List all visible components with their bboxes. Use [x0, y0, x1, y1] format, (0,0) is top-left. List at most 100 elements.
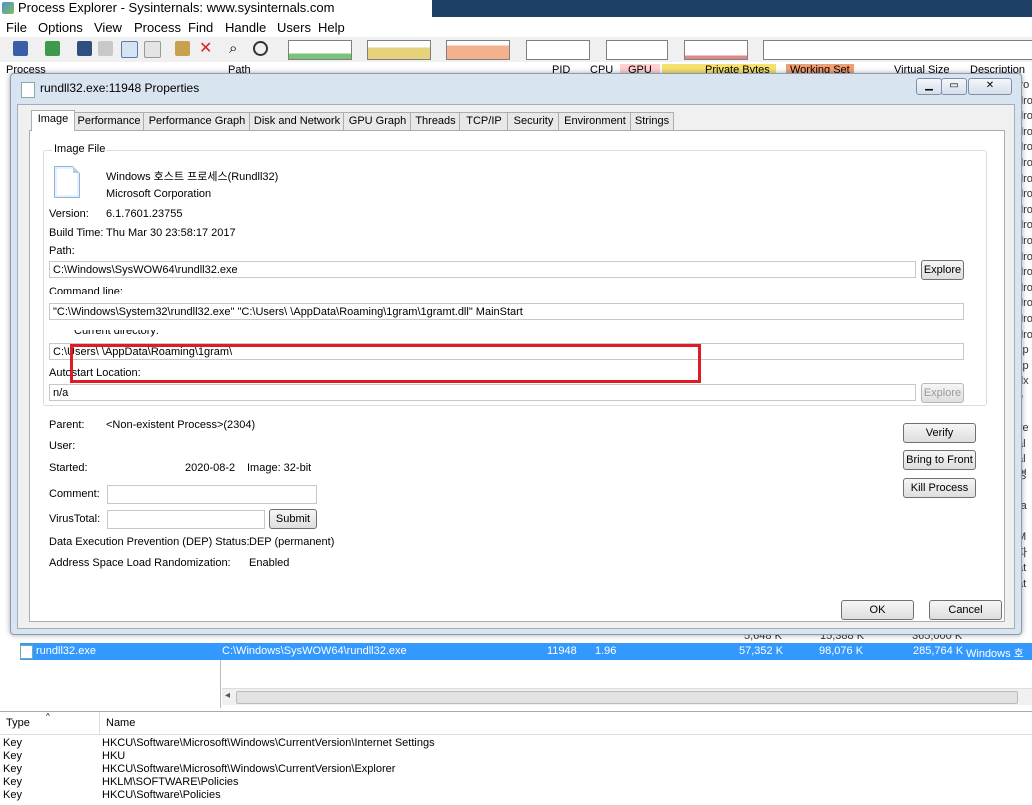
find-binoculars-icon[interactable]: ⌕	[229, 41, 244, 56]
commit-graph[interactable]	[367, 40, 431, 60]
cancel-button[interactable]: Cancel	[929, 600, 1002, 620]
handle-name: HKCU\Software\Microsoft\Windows\CurrentV…	[102, 737, 435, 749]
cell-private-bytes: 57,352 K	[739, 645, 784, 657]
io-graph[interactable]	[526, 40, 590, 60]
dep-label: Data Execution Prevention (DEP) Status:	[49, 536, 250, 548]
handle-row[interactable]: Key HKU	[0, 750, 1032, 763]
explore-button[interactable]: Explore	[921, 260, 964, 280]
current-directory-label: Current directory:	[74, 330, 159, 337]
close-button[interactable]: ✕	[968, 78, 1012, 95]
sort-ascending-icon: ^	[46, 712, 50, 721]
cpu-graph[interactable]	[288, 40, 352, 60]
path-label: Path:	[49, 245, 75, 257]
tab-gpu-graph[interactable]: GPU Graph	[343, 112, 412, 130]
autostart-field[interactable]: n/a	[49, 384, 916, 401]
aslr-label: Address Space Load Randomization:	[49, 557, 231, 569]
show-lower-pane-icon[interactable]	[98, 41, 113, 56]
menu-find[interactable]: Find	[188, 20, 213, 35]
dialog-client: Image Performance Performance Graph Disk…	[17, 104, 1015, 629]
tab-performance-graph[interactable]: Performance Graph	[143, 112, 251, 130]
ok-button[interactable]: OK	[841, 600, 914, 620]
comment-input[interactable]	[107, 485, 317, 504]
disk-graph[interactable]	[684, 40, 748, 60]
column-separator[interactable]	[99, 712, 100, 734]
red-highlight-box	[70, 344, 701, 383]
menu-options[interactable]: Options	[38, 20, 83, 35]
col-name[interactable]: Name	[106, 717, 135, 729]
command-line-label: Command line:	[49, 286, 123, 294]
menu-handle[interactable]: Handle	[225, 20, 266, 35]
handle-type: Key	[3, 789, 22, 801]
lower-pane-header: Type ^ Name	[0, 712, 1032, 735]
minimize-button[interactable]: ▁	[916, 78, 942, 95]
version-label: Version:	[49, 208, 89, 220]
properties-dialog: rundll32.exe:11948 Properties ▁ ▭ ✕ Imag…	[10, 73, 1022, 635]
scroll-left-icon[interactable]: ◂	[225, 690, 230, 701]
dep-value: DEP (permanent)	[249, 536, 335, 548]
tab-image[interactable]: Image	[31, 110, 75, 131]
window-title: Process Explorer - Sysinternals: www.sys…	[18, 0, 335, 15]
parent-label: Parent:	[49, 419, 85, 431]
menu-help[interactable]: Help	[318, 20, 345, 35]
virustotal-field[interactable]	[107, 510, 265, 529]
menu-bar: File Options View Process Find Handle Us…	[0, 17, 1032, 37]
file-icon	[54, 166, 80, 198]
target-crosshair-icon[interactable]	[253, 41, 268, 56]
menu-file[interactable]: File	[6, 20, 27, 35]
handle-name: HKLM\SOFTWARE\Policies	[102, 776, 239, 788]
process-icon	[20, 645, 33, 659]
aslr-value: Enabled	[249, 557, 290, 569]
submit-button[interactable]: Submit	[269, 509, 317, 529]
verify-button[interactable]: Verify	[903, 423, 976, 443]
col-type[interactable]: Type	[6, 717, 30, 729]
properties-icon[interactable]	[175, 41, 190, 56]
handle-row[interactable]: Key HKLM\SOFTWARE\Policies	[0, 776, 1032, 789]
menu-process[interactable]: Process	[134, 20, 181, 35]
file-description: Windows 호스트 프로세스(Rundll32)	[106, 171, 279, 183]
cell-working-set: 98,076 K	[819, 645, 864, 657]
dll-view-icon[interactable]	[144, 41, 161, 58]
maximize-button[interactable]: ▭	[941, 78, 967, 95]
network-graph[interactable]	[606, 40, 668, 60]
tab-environment[interactable]: Environment	[558, 112, 632, 130]
horizontal-scrollbar[interactable]: ◂	[222, 688, 1032, 705]
pane-divider[interactable]	[220, 660, 221, 708]
selected-process-row[interactable]: rundll32.exe C:\Windows\SysWOW64\rundll3…	[20, 643, 1032, 660]
cell-path: C:\Windows\SysWOW64\rundll32.exe	[222, 645, 407, 657]
group-legend: Image File	[52, 143, 108, 155]
path-field[interactable]: C:\Windows\SysWOW64\rundll32.exe	[49, 261, 916, 278]
system-info-icon[interactable]	[77, 41, 92, 56]
build-time-label: Build Time:	[49, 227, 104, 239]
handle-name: HKU	[102, 750, 126, 762]
gpu-graph[interactable]	[763, 40, 1032, 60]
comment-label: Comment:	[49, 488, 100, 500]
bring-to-front-button[interactable]: Bring to Front	[903, 450, 976, 470]
tab-performance[interactable]: Performance	[73, 112, 145, 130]
image-bits: Image: 32-bit	[247, 462, 312, 474]
cell-virtual-size: 285,764 K	[913, 645, 964, 657]
handle-row[interactable]: Key HKCU\Software\Microsoft\Windows\Curr…	[0, 763, 1032, 776]
tab-security[interactable]: Security	[507, 112, 560, 130]
tab-strings[interactable]: Strings	[630, 112, 674, 130]
save-icon[interactable]	[13, 41, 28, 56]
handle-row[interactable]: Key HKCU\Software\Microsoft\Windows\Curr…	[0, 737, 1032, 750]
scrollbar-thumb[interactable]	[236, 691, 1018, 704]
tab-tcpip[interactable]: TCP/IP	[459, 112, 509, 130]
tab-threads[interactable]: Threads	[410, 112, 461, 130]
menu-users[interactable]: Users	[277, 20, 311, 35]
process-explorer-app-icon	[2, 2, 14, 14]
handle-row[interactable]: Key HKCU\Software\Policies	[0, 789, 1032, 802]
physical-memory-graph[interactable]	[446, 40, 510, 60]
explore-autostart-button[interactable]: Explore	[921, 383, 964, 403]
handle-type: Key	[3, 763, 22, 775]
build-time-value: Thu Mar 30 23:58:17 2017	[106, 227, 236, 239]
window-icon[interactable]	[121, 41, 138, 58]
virustotal-label: VirusTotal:	[49, 513, 101, 525]
refresh-icon[interactable]	[45, 41, 60, 56]
menu-view[interactable]: View	[94, 20, 122, 35]
tab-disk-and-network[interactable]: Disk and Network	[249, 112, 345, 130]
kill-process-button[interactable]: Kill Process	[903, 478, 976, 498]
kill-process-icon[interactable]: ✕	[199, 41, 214, 57]
started-label: Started:	[49, 462, 88, 474]
command-line-field[interactable]: "C:\Windows\System32\rundll32.exe" "C:\U…	[49, 303, 964, 320]
